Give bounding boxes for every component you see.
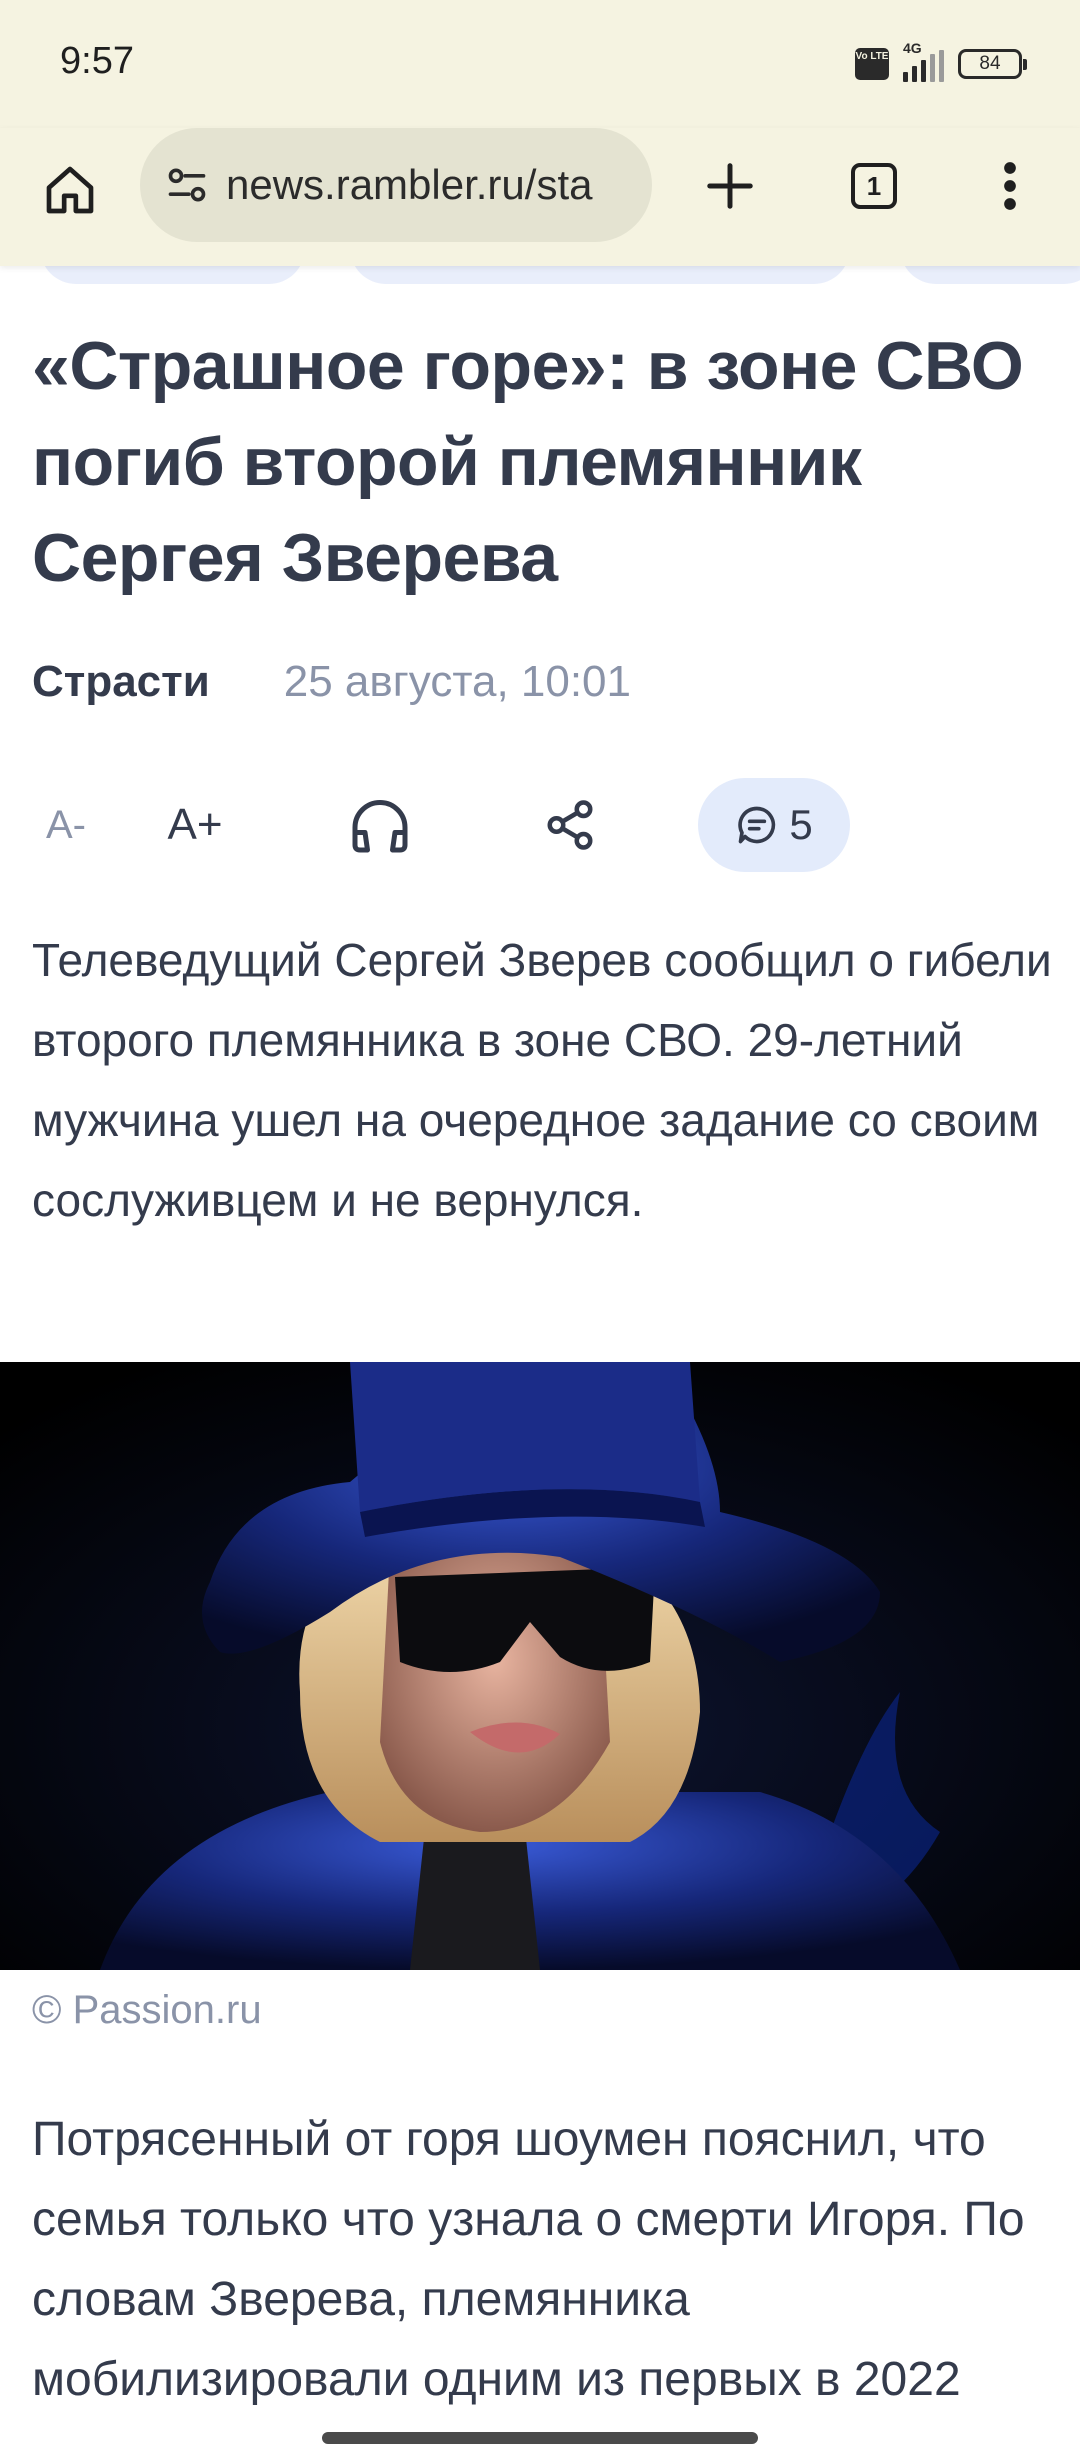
plus-icon [707, 163, 753, 209]
article-meta: Страсти 25 августа, 10:01 [32, 652, 631, 712]
status-time: 9:57 [60, 40, 134, 82]
browser-toolbar: news.rambler.ru/sta 1 [0, 128, 1080, 266]
article-title: «Страшное горе»: в зоне СВО погиб второй… [32, 328, 1024, 596]
font-decrease-button[interactable]: A- [36, 778, 96, 872]
home-icon [46, 166, 94, 214]
url-text[interactable]: news.rambler.ru/sta [226, 161, 626, 209]
battery-icon: 84 [958, 49, 1027, 79]
font-increase-button[interactable]: A+ [160, 778, 230, 872]
site-settings-icon[interactable] [162, 160, 212, 210]
volte-icon: Vo LTE [855, 48, 889, 80]
comments-button[interactable]: 5 [698, 778, 850, 872]
comment-icon [738, 806, 776, 844]
photo-illustration [0, 1362, 1080, 1970]
more-vert-icon [1004, 162, 1016, 210]
article-date: 25 августа, 10:01 [283, 657, 632, 706]
photo-caption: © Passion.ru [32, 1988, 262, 2032]
article-body-paragraph: Потрясенный от горя шоумен пояснил, что … [32, 2113, 1025, 2406]
address-bar[interactable]: news.rambler.ru/sta [140, 128, 652, 242]
tabs-icon: 1 [851, 163, 897, 209]
signal-icon: 4G [903, 40, 944, 82]
article-actions: A- A+ 5 [0, 778, 1080, 872]
tab-switcher-button[interactable]: 1 [834, 146, 914, 226]
article-lead: Телеведущий Сергей Зверев сообщил о гибе… [32, 934, 1052, 1226]
browser-menu-button[interactable] [970, 146, 1050, 226]
new-tab-button[interactable] [690, 146, 770, 226]
network-type-label: 4G [903, 40, 922, 56]
share-icon [547, 800, 593, 850]
status-bar: 9:57 Vo LTE 4G 84 [0, 0, 1080, 128]
share-button[interactable] [530, 778, 610, 872]
battery-level: 84 [979, 53, 1001, 74]
home-button[interactable] [30, 150, 110, 230]
status-icons: Vo LTE 4G 84 [855, 40, 1027, 84]
listen-button[interactable] [340, 778, 420, 872]
headphones-icon [352, 800, 408, 853]
comments-count: 5 [789, 801, 813, 848]
tab-count: 1 [866, 171, 882, 201]
article-rubric-link[interactable]: Страсти [32, 657, 210, 707]
article-photo[interactable] [0, 1362, 1080, 1970]
navigation-gesture-bar[interactable] [322, 2432, 758, 2444]
